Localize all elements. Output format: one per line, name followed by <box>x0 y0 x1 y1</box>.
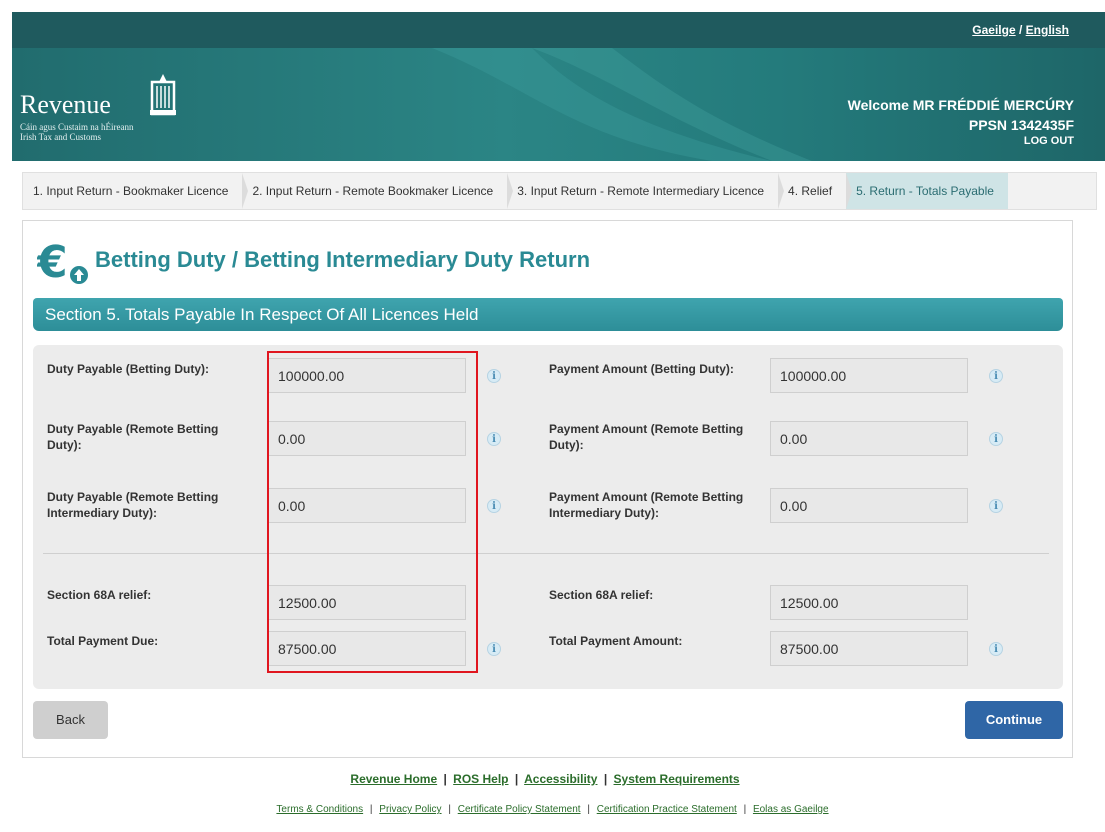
euro-upload-icon: € <box>37 237 90 288</box>
duty-intermediary-label: Duty Payable (Remote Betting Intermediar… <box>47 489 218 521</box>
relief-payment-label: Section 68A relief: <box>549 588 654 602</box>
relief-payment-field[interactable]: 12500.00 <box>770 585 968 620</box>
step-bookmaker-licence[interactable]: 1. Input Return - Bookmaker Licence <box>23 173 249 209</box>
back-button[interactable]: Back <box>33 701 108 739</box>
step-totals-payable[interactable]: 5. Return - Totals Payable <box>846 173 1008 209</box>
totals-form: Duty Payable (Betting Duty): 100000.00 i… <box>33 345 1063 689</box>
logo-irish-subtitle: Cáin agus Custaim na hÉireann <box>20 122 134 132</box>
continue-button[interactable]: Continue <box>965 701 1063 739</box>
section-divider <box>43 553 1049 554</box>
english-link[interactable]: English <box>1026 23 1069 37</box>
footer-separator: | <box>514 772 519 786</box>
info-icon[interactable]: i <box>487 499 501 513</box>
duty-intermediary-label-line1: Duty Payable (Remote Betting <box>47 490 219 504</box>
footer-separator: | <box>587 804 590 815</box>
footer-separator: | <box>448 804 451 815</box>
page-title: Betting Duty / Betting Intermediary Duty… <box>95 247 591 272</box>
site-header: Revenue Cáin agus Custaim na hÉireann Ir… <box>12 48 1105 161</box>
accessibility-link[interactable]: Accessibility <box>524 772 597 786</box>
certificate-policy-link[interactable]: Certificate Policy Statement <box>458 804 581 815</box>
total-payment-field[interactable]: 87500.00 <box>770 631 968 666</box>
total-payment-label: Total Payment Amount: <box>549 634 683 648</box>
payment-betting-label: Payment Amount (Betting Duty): <box>549 362 734 376</box>
info-icon[interactable]: i <box>487 642 501 656</box>
duty-intermediary-label-line2: Intermediary Duty): <box>47 506 158 520</box>
total-due-label: Total Payment Due: <box>47 634 159 648</box>
payment-intermediary-label-line1: Payment Amount (Remote Betting <box>549 490 744 504</box>
gaeilge-link[interactable]: Gaeilge <box>972 23 1015 37</box>
privacy-policy-link[interactable]: Privacy Policy <box>379 804 441 815</box>
eolas-gaeilge-link[interactable]: Eolas as Gaeilge <box>753 804 829 815</box>
info-icon[interactable]: i <box>487 432 501 446</box>
step-breadcrumb: 1. Input Return - Bookmaker Licence 2. I… <box>22 172 1097 210</box>
step-relief[interactable]: 4. Relief <box>778 173 853 209</box>
info-icon[interactable]: i <box>487 369 501 383</box>
payment-remote-label-line2: Duty): <box>549 438 584 452</box>
user-info: Welcome MR FRÉDDIÉ MERCÚRY PPSN 1342435F… <box>848 95 1074 147</box>
ros-help-link[interactable]: ROS Help <box>453 772 508 786</box>
terms-link[interactable]: Terms & Conditions <box>276 804 363 815</box>
section-header: Section 5. Totals Payable In Respect Of … <box>33 298 1063 331</box>
relief-label: Section 68A relief: <box>47 588 152 602</box>
footer-legal-links: Terms & Conditions | Privacy Policy | Ce… <box>0 804 1105 815</box>
svg-text:€: € <box>37 237 68 288</box>
main-panel: € Betting Duty / Betting Intermediary Du… <box>22 220 1073 758</box>
step-remote-intermediary-licence[interactable]: 3. Input Return - Remote Intermediary Li… <box>507 173 784 209</box>
payment-remote-field[interactable]: 0.00 <box>770 421 968 456</box>
certification-practice-link[interactable]: Certification Practice Statement <box>597 804 737 815</box>
language-separator: / <box>1018 23 1023 37</box>
info-icon[interactable]: i <box>989 499 1003 513</box>
revenue-home-link[interactable]: Revenue Home <box>350 772 437 786</box>
payment-intermediary-field[interactable]: 0.00 <box>770 488 968 523</box>
step-remote-bookmaker-licence[interactable]: 2. Input Return - Remote Bookmaker Licen… <box>242 173 514 209</box>
welcome-text: Welcome MR FRÉDDIÉ MERCÚRY <box>847 97 1074 113</box>
payment-intermediary-label-line2: Intermediary Duty): <box>549 506 660 520</box>
info-icon[interactable]: i <box>989 642 1003 656</box>
payment-remote-label: Payment Amount (Remote Betting Duty): <box>549 421 743 453</box>
revenue-logo[interactable]: Revenue Cáin agus Custaim na hÉireann Ir… <box>12 60 182 142</box>
duty-remote-label-line1: Duty Payable (Remote Betting <box>47 422 219 436</box>
logo-english-subtitle: Irish Tax and Customs <box>20 132 101 142</box>
info-icon[interactable]: i <box>989 432 1003 446</box>
language-bar: Gaeilge / English <box>12 12 1105 48</box>
duty-remote-label: Duty Payable (Remote Betting Duty): <box>47 421 218 453</box>
payment-intermediary-label: Payment Amount (Remote Betting Intermedi… <box>549 489 743 521</box>
system-requirements-link[interactable]: System Requirements <box>614 772 740 786</box>
logout-link[interactable]: LOG OUT <box>848 135 1074 147</box>
footer-separator: | <box>603 772 608 786</box>
payment-remote-label-line1: Payment Amount (Remote Betting <box>549 422 744 436</box>
logo-wordmark: Revenue <box>20 90 111 119</box>
language-switcher: Gaeilge / English <box>972 23 1069 37</box>
duty-remote-label-line2: Duty): <box>47 438 82 452</box>
duty-betting-label: Duty Payable (Betting Duty): <box>47 362 210 376</box>
footer-separator: | <box>443 772 447 786</box>
footer-separator: | <box>743 804 747 815</box>
info-icon[interactable]: i <box>989 369 1003 383</box>
highlight-box <box>267 351 478 673</box>
footer-main-links: Revenue Home | ROS Help | Accessibility … <box>0 772 1090 786</box>
payment-betting-field[interactable]: 100000.00 <box>770 358 968 393</box>
harp-logo-icon <box>150 74 176 116</box>
ppsn-text: PPSN 1342435F <box>968 117 1074 133</box>
footer-separator: | <box>369 804 373 815</box>
